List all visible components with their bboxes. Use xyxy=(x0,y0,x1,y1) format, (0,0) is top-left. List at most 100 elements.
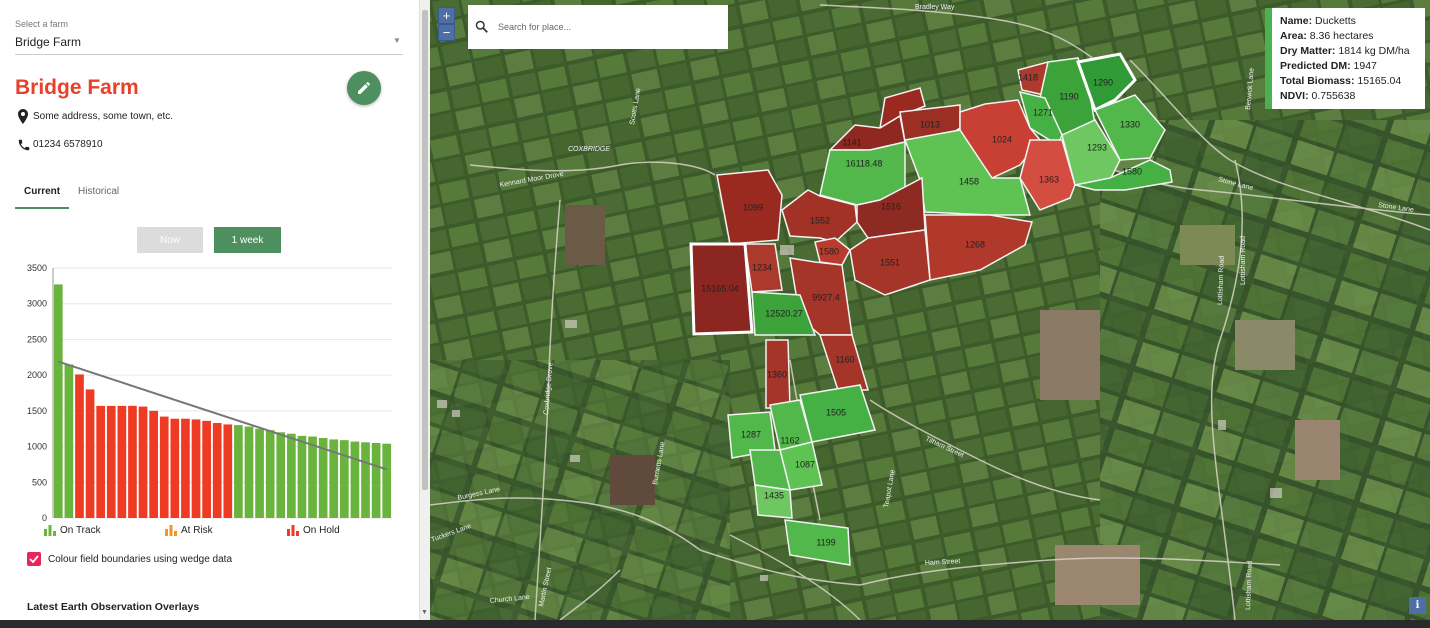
chevron-down-icon[interactable]: ▼ xyxy=(393,36,401,45)
chart-bar[interactable] xyxy=(181,418,190,518)
info-ndvi-value: 0.755638 xyxy=(1311,90,1356,102)
panel-scrollbar[interactable]: ▼ xyxy=(419,0,430,620)
y-tick-label: 500 xyxy=(32,477,47,487)
field-label: 9927.4 xyxy=(812,292,840,302)
y-tick-label: 0 xyxy=(42,513,47,522)
zoom-out-button[interactable]: − xyxy=(438,24,455,41)
chart-bar[interactable] xyxy=(265,430,275,518)
field-label: 1580 xyxy=(819,246,839,256)
chart-bar[interactable] xyxy=(212,423,222,518)
field-label: 1013 xyxy=(920,119,940,129)
map-info-button[interactable]: i xyxy=(1409,597,1426,614)
chart-bar[interactable] xyxy=(287,433,296,518)
info-name: Name: Ducketts xyxy=(1280,14,1425,29)
checkmark-icon xyxy=(29,555,39,564)
field-label: 1551 xyxy=(880,257,900,267)
tab-current[interactable]: Current xyxy=(24,186,60,197)
now-button[interactable]: Now xyxy=(137,227,203,253)
farmland-southwest xyxy=(430,360,730,620)
tab-historical[interactable]: Historical xyxy=(78,186,119,197)
bare-plot xyxy=(610,455,655,505)
chart-bar[interactable] xyxy=(85,389,95,518)
field-label: 1268 xyxy=(965,239,985,249)
info-area-label: Area: xyxy=(1280,30,1307,42)
zoom-in-button[interactable]: + xyxy=(438,7,455,24)
chart-bar[interactable] xyxy=(117,405,127,518)
field-info-card: Name: Ducketts Area: 8.36 hectares Dry M… xyxy=(1265,8,1425,109)
field-label: 15165.04 xyxy=(701,283,739,293)
chart-bar[interactable] xyxy=(350,441,360,518)
chart-bar[interactable] xyxy=(382,443,392,518)
farm-select[interactable]: Bridge Farm xyxy=(15,35,81,49)
chart-bar[interactable] xyxy=(64,364,74,518)
y-tick-label: 1000 xyxy=(27,442,47,452)
bar-chart-icon xyxy=(44,525,56,536)
chart-bar[interactable] xyxy=(308,436,317,518)
search-input[interactable] xyxy=(498,19,718,35)
y-tick-label: 2500 xyxy=(27,334,47,344)
field-label: 1087 xyxy=(795,459,815,469)
search-icon[interactable] xyxy=(475,20,489,34)
legend-on-track: On Track xyxy=(44,525,101,536)
field-label: 1293 xyxy=(1087,142,1107,152)
bare-plot xyxy=(1180,225,1235,265)
scroll-down-arrow-icon[interactable]: ▼ xyxy=(421,609,428,616)
chart-bar[interactable] xyxy=(234,425,243,518)
field-label: 1271 xyxy=(1033,107,1053,117)
legend-on-hold: On Hold xyxy=(287,525,340,536)
farm-select-label: Select a farm xyxy=(15,19,69,29)
chart-bar[interactable] xyxy=(53,284,63,518)
farm-phone: 01234 6578910 xyxy=(33,139,103,150)
chart-bar[interactable] xyxy=(138,406,148,518)
chart-bar[interactable] xyxy=(244,426,254,518)
one-week-button[interactable]: 1 week xyxy=(214,227,281,253)
y-tick-label: 3500 xyxy=(27,263,47,273)
map-label: Lottisham Road xyxy=(1240,236,1247,285)
field-label: 12520.27 xyxy=(765,308,803,318)
field-label: 1458 xyxy=(959,176,979,186)
field-label: 1024 xyxy=(992,134,1012,144)
map-label: COXBRIDGE xyxy=(568,146,610,153)
farm-address: Some address, some town, etc. xyxy=(33,111,174,122)
scrollbar-thumb[interactable] xyxy=(422,10,428,490)
pencil-icon xyxy=(358,81,371,94)
chart-bar[interactable] xyxy=(361,442,370,518)
chart-bar[interactable] xyxy=(255,428,264,518)
chart-bar[interactable] xyxy=(191,419,201,518)
bar-chart-icon xyxy=(165,525,177,536)
bare-plot xyxy=(1040,310,1100,400)
select-underline xyxy=(15,54,403,55)
y-tick-label: 2000 xyxy=(27,370,47,380)
chart-bar[interactable] xyxy=(170,418,180,518)
y-tick-label: 1500 xyxy=(27,406,47,416)
legend-on-hold-label: On Hold xyxy=(303,525,340,537)
overlays-heading: Latest Earth Observation Overlays xyxy=(27,601,200,613)
field-label: 1363 xyxy=(1039,174,1059,184)
legend-at-risk: At Risk xyxy=(165,525,213,536)
field-label: 1234 xyxy=(752,262,772,272)
chart-bar[interactable] xyxy=(75,374,84,518)
chart-bar[interactable] xyxy=(371,443,381,518)
bar-chart-icon xyxy=(287,525,299,536)
field-label: 1552 xyxy=(810,215,830,225)
info-ndvi: NDVI: 0.755638 xyxy=(1280,89,1425,104)
chart-bar[interactable] xyxy=(339,440,349,518)
chart-bar[interactable] xyxy=(96,405,106,518)
chart-bar[interactable] xyxy=(223,424,233,518)
wedge-colour-checkbox[interactable] xyxy=(27,552,41,566)
chart-bar[interactable] xyxy=(297,435,307,518)
chart-bar[interactable] xyxy=(149,410,158,518)
chart-bar[interactable] xyxy=(128,405,137,518)
legend-at-risk-label: At Risk xyxy=(181,525,213,537)
edit-farm-button[interactable] xyxy=(347,71,381,105)
chart-bar[interactable] xyxy=(276,432,286,518)
wedge-colour-label: Colour field boundaries using wedge data xyxy=(48,554,233,565)
place-search-box xyxy=(468,5,728,49)
field-label: 1099 xyxy=(743,202,763,212)
info-dm-label: Dry Matter: xyxy=(1280,45,1336,57)
info-name-label: Name: xyxy=(1280,15,1313,27)
field-label: 16118.48 xyxy=(846,158,883,168)
chart-bar[interactable] xyxy=(202,420,211,518)
chart-bar[interactable] xyxy=(159,416,169,518)
chart-bar[interactable] xyxy=(106,405,116,518)
